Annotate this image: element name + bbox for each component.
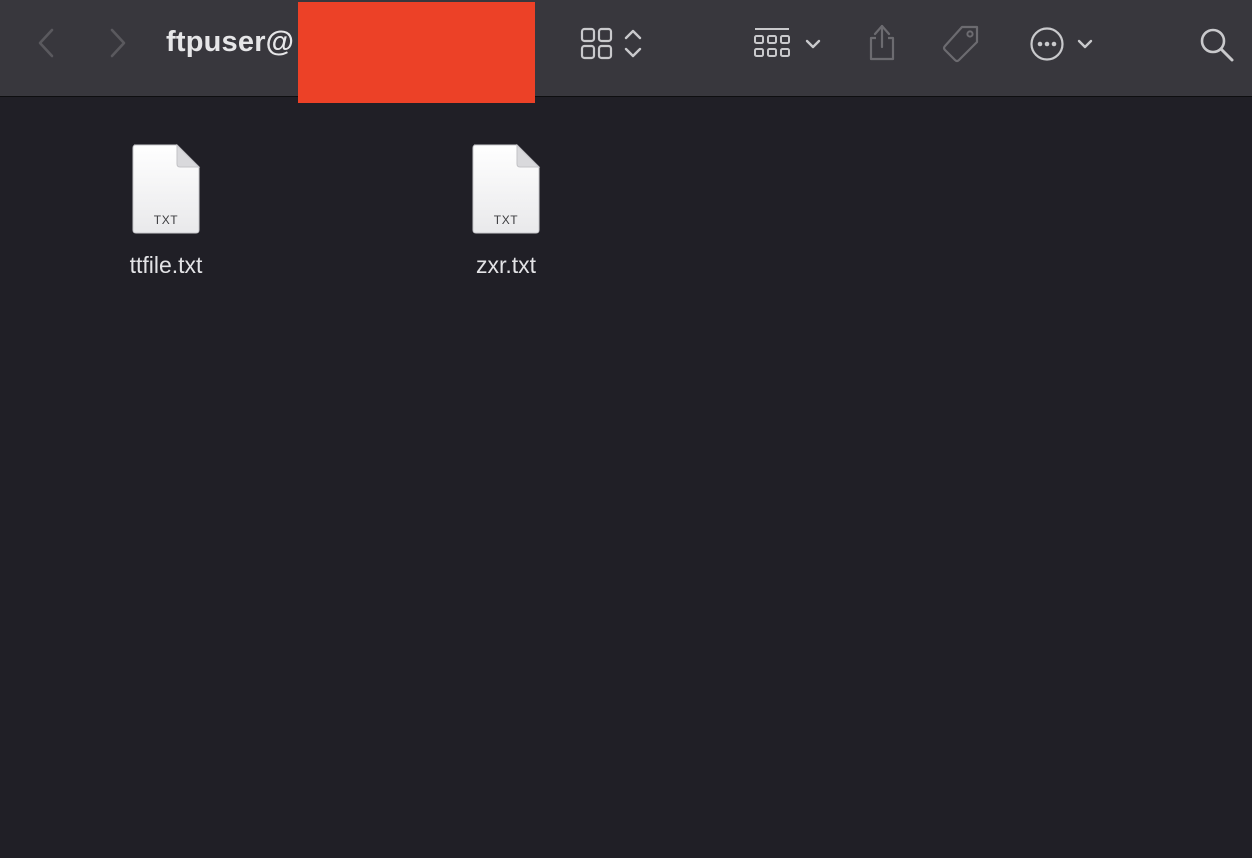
more-actions-button[interactable]: [1024, 24, 1100, 64]
share-icon: [869, 24, 895, 61]
file-browser-content: TXT ttfile.txt TXT zxr.txt: [0, 97, 1252, 858]
window-title: ftpuser@: [166, 26, 295, 58]
back-button[interactable]: [30, 26, 62, 60]
toolbar: ftpuser@: [0, 0, 1252, 97]
chevron-left-icon: [38, 28, 54, 58]
tag-icon: [942, 25, 979, 63]
redaction-block: [298, 2, 535, 103]
search-button[interactable]: [1196, 24, 1238, 66]
file-type-badge: TXT: [153, 213, 179, 227]
grid-view-icon: [580, 27, 613, 60]
tag-button[interactable]: [938, 22, 984, 66]
file-item[interactable]: TXT ttfile.txt: [86, 97, 246, 278]
search-icon: [1200, 28, 1234, 62]
chevron-down-icon: [805, 39, 821, 49]
group-by-icon: [754, 28, 790, 57]
text-file-icon: TXT: [131, 143, 201, 234]
view-mode-button[interactable]: [574, 24, 650, 64]
forward-button[interactable]: [102, 26, 134, 60]
file-item[interactable]: TXT zxr.txt: [426, 97, 586, 278]
updown-chevron-icon: [624, 29, 642, 58]
file-type-badge: TXT: [493, 213, 519, 227]
chevron-right-icon: [110, 28, 126, 58]
share-button[interactable]: [862, 20, 902, 64]
group-by-button[interactable]: [750, 24, 826, 64]
file-name: ttfile.txt: [129, 252, 203, 278]
file-name: zxr.txt: [475, 252, 537, 278]
text-file-icon: TXT: [471, 143, 541, 234]
ellipsis-circle-icon: [1030, 27, 1064, 61]
chevron-down-icon: [1077, 39, 1093, 49]
